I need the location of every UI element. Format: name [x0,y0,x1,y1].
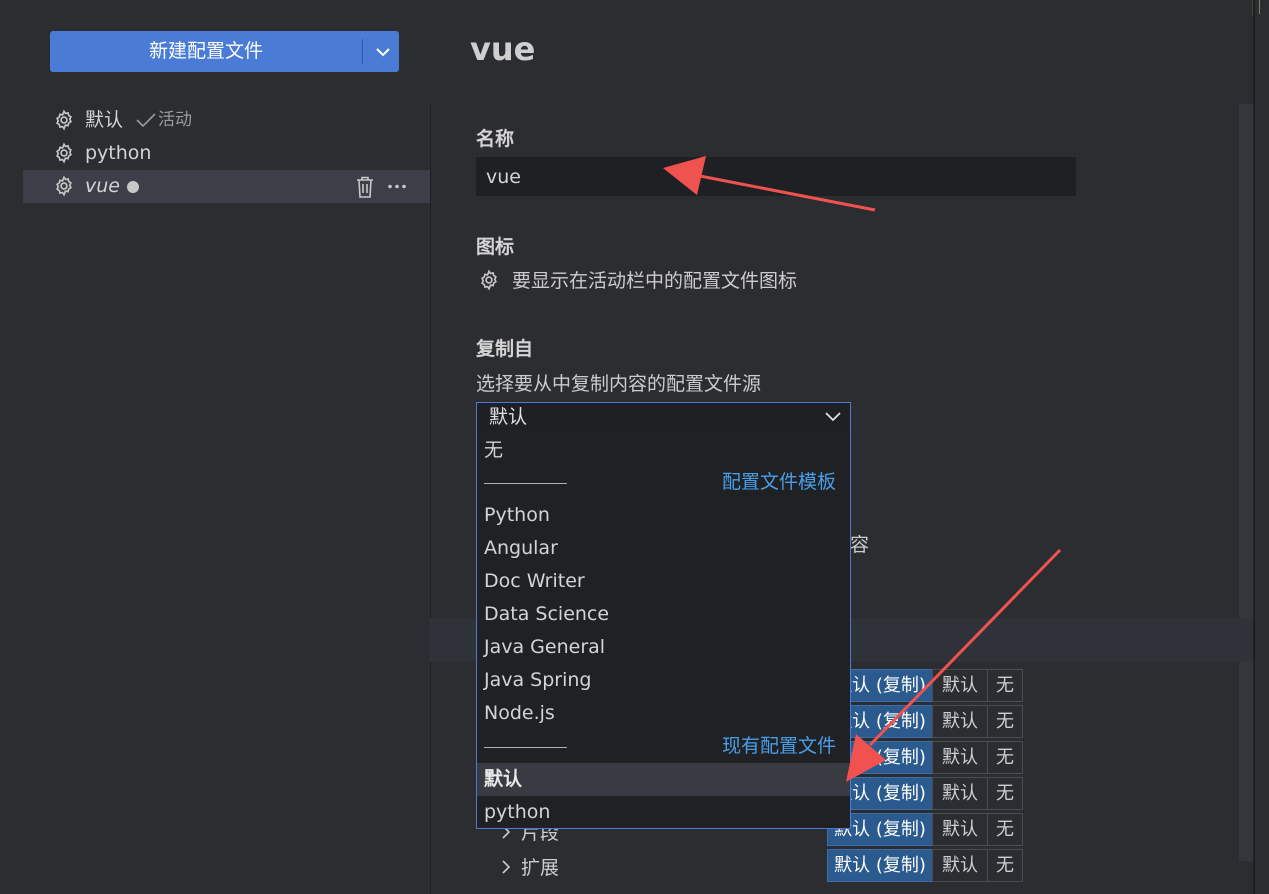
annotation-arrow [663,156,876,212]
annotation-arrow [846,548,1062,782]
annotation-arrows [663,156,1062,782]
